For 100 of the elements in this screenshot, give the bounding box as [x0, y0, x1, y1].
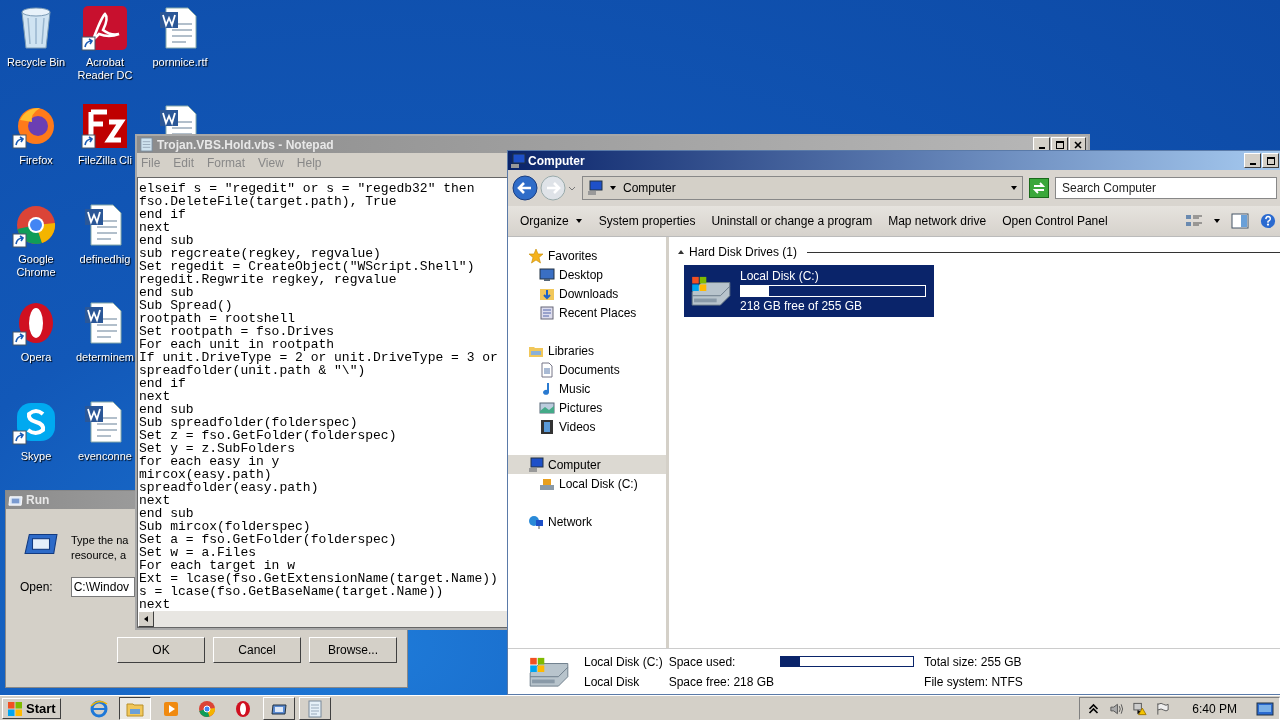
desktop-icon-label[interactable]: Skype — [20, 450, 52, 463]
search-field[interactable]: Search Computer — [1055, 177, 1277, 199]
drive-name: Local Disk (C:) — [584, 654, 663, 669]
maximize-icon — [1265, 155, 1276, 166]
nav-item[interactable]: Documents — [508, 360, 666, 379]
nav-item[interactable]: Music — [508, 379, 666, 398]
dialog-button[interactable]: OK — [117, 637, 205, 663]
nav-item[interactable]: Pictures — [508, 398, 666, 417]
computer-icon — [510, 152, 526, 169]
code-line: Set a = fso.GetFolder(folderspec) — [139, 533, 397, 546]
dialog-button[interactable]: Browse... — [309, 637, 397, 663]
run-icon — [24, 531, 58, 557]
drive-type-text: Local Disk — [584, 674, 641, 689]
desktop-icon-label[interactable]: definedhig — [79, 253, 131, 266]
picture-icon — [539, 399, 555, 416]
code-line: end if — [139, 377, 186, 390]
code-line: elseif s = "regedit" or s = "regedb32" then — [139, 182, 475, 195]
nav-item[interactable]: Recent Places — [508, 303, 666, 322]
star-icon — [528, 247, 544, 264]
help-icon[interactable] — [1259, 213, 1277, 229]
nav-item[interactable]: Videos — [508, 417, 666, 436]
dropdown-icon[interactable] — [1010, 184, 1018, 192]
code-line: end if — [139, 208, 186, 221]
show-desktop-button[interactable] — [1255, 701, 1275, 716]
dialog-button[interactable]: Cancel — [213, 637, 301, 663]
code-line: rootpath = rootshell — [139, 312, 296, 325]
address-bar[interactable]: Computer — [582, 176, 1023, 200]
drive-name: Local Disk (C:) — [740, 269, 820, 283]
maximize-icon — [1054, 139, 1065, 150]
nav-item[interactable]: Local Disk (C:) — [508, 474, 666, 493]
flag-icon[interactable] — [1155, 701, 1171, 716]
file-system-text: File system: NTFS — [924, 674, 1023, 689]
browser-icon — [89, 699, 108, 718]
code-line: for each easy in y — [139, 455, 280, 468]
open-label: Open: — [20, 580, 53, 594]
code-line: spreadfolder(unit.path & "\") — [139, 364, 366, 377]
nav-item[interactable]: Libraries — [508, 341, 666, 360]
code-line: mircox(easy.path) — [139, 468, 272, 481]
nav-item[interactable]: Network — [508, 512, 666, 531]
desktop-icon-label[interactable]: evenconne — [78, 450, 132, 463]
network-icon[interactable] — [1132, 701, 1148, 716]
close-icon — [1072, 139, 1083, 150]
caret-icon[interactable] — [609, 184, 617, 192]
desktop-icon-label[interactable]: pornnice.rtf — [152, 56, 208, 69]
space-used-label: Space used: — [668, 654, 737, 669]
desktop-icon-label[interactable]: Google Chrome — [3, 253, 69, 279]
minimize-button[interactable] — [1244, 153, 1261, 168]
preview-pane-icon[interactable] — [1231, 213, 1249, 229]
network-icon — [528, 513, 544, 530]
code-line: next — [139, 494, 171, 507]
toolbar-button[interactable]: Uninstall or change a program — [703, 209, 881, 233]
recent-places-icon — [539, 304, 555, 321]
collapse-icon[interactable] — [677, 248, 685, 256]
caret-icon[interactable] — [1213, 217, 1221, 225]
code-line: next — [139, 598, 171, 611]
speaker-icon[interactable] — [1109, 701, 1125, 716]
refresh-button[interactable] — [1029, 178, 1049, 198]
start-button[interactable]: Start — [2, 698, 61, 719]
desktop-icon-label[interactable]: Recycle Bin — [6, 56, 66, 69]
document-icon — [539, 361, 555, 378]
code-line: Sub Spread() — [139, 299, 233, 312]
caret-icon — [574, 217, 583, 225]
view-options-icon[interactable] — [1185, 213, 1203, 229]
nav-item[interactable]: Favorites — [508, 246, 666, 265]
code-line: spreadfolder(easy.path) — [139, 481, 319, 494]
toolbar-button[interactable]: Open Control Panel — [994, 209, 1116, 233]
taskbar-button[interactable] — [118, 697, 151, 720]
toolbar-button[interactable]: Map network drive — [880, 209, 995, 233]
nav-item[interactable]: Downloads — [508, 284, 666, 303]
code-line: s = lcase(fso.GetBaseName(target.Name)) — [139, 585, 444, 598]
code-line: Ext = lcase(fso.GetExtensionName(target.Name)) — [139, 572, 498, 585]
code-line: next — [139, 221, 171, 234]
code-line: Set z = fso.GetFolder(folderspec) — [139, 429, 397, 442]
notepad-icon — [139, 137, 154, 153]
open-field[interactable]: C:\Windov — [70, 577, 135, 597]
desktop-icon-label[interactable]: determinem — [75, 351, 135, 364]
window-title: Trojan.VBS.Hold.vbs - Notepad — [157, 137, 334, 152]
desktop-icon-label[interactable]: Acrobat Reader DC — [72, 56, 138, 82]
group-header[interactable]: Hard Disk Drives (1) — [689, 245, 797, 259]
toolbar-button[interactable]: System properties — [590, 209, 704, 233]
code-line: regedit.Regwrite regkey, regvalue — [139, 273, 397, 286]
toolbar-button[interactable]: Organize — [512, 209, 591, 233]
code-line: end sub — [139, 507, 194, 520]
desktop-icon-label[interactable]: Opera — [20, 351, 52, 364]
maximize-button[interactable] — [1262, 153, 1279, 168]
prompt-text: resource, a — [71, 548, 128, 563]
free-space-text: Space free: 218 GB — [668, 674, 775, 689]
computer-icon — [528, 456, 544, 473]
desktop-icon-label[interactable]: FileZilla Cli — [78, 154, 132, 167]
breadcrumb[interactable]: Computer — [623, 181, 676, 195]
minimize-icon — [1249, 162, 1256, 165]
desktop-icon-label[interactable]: Firefox — [19, 154, 53, 167]
scroll-left-icon[interactable] — [142, 615, 150, 623]
code-line: Sub mircox(folderspec) — [139, 520, 311, 533]
nav-item[interactable]: Desktop — [508, 265, 666, 284]
drive-tile[interactable]: Local Disk (C:) 218 GB free of 255 GB — [684, 265, 934, 317]
code-line: Set rootpath = fso.Drives — [139, 325, 335, 338]
back-button[interactable] — [512, 175, 538, 201]
window-title: Run — [26, 493, 50, 507]
nav-item[interactable]: Computer — [508, 455, 666, 474]
